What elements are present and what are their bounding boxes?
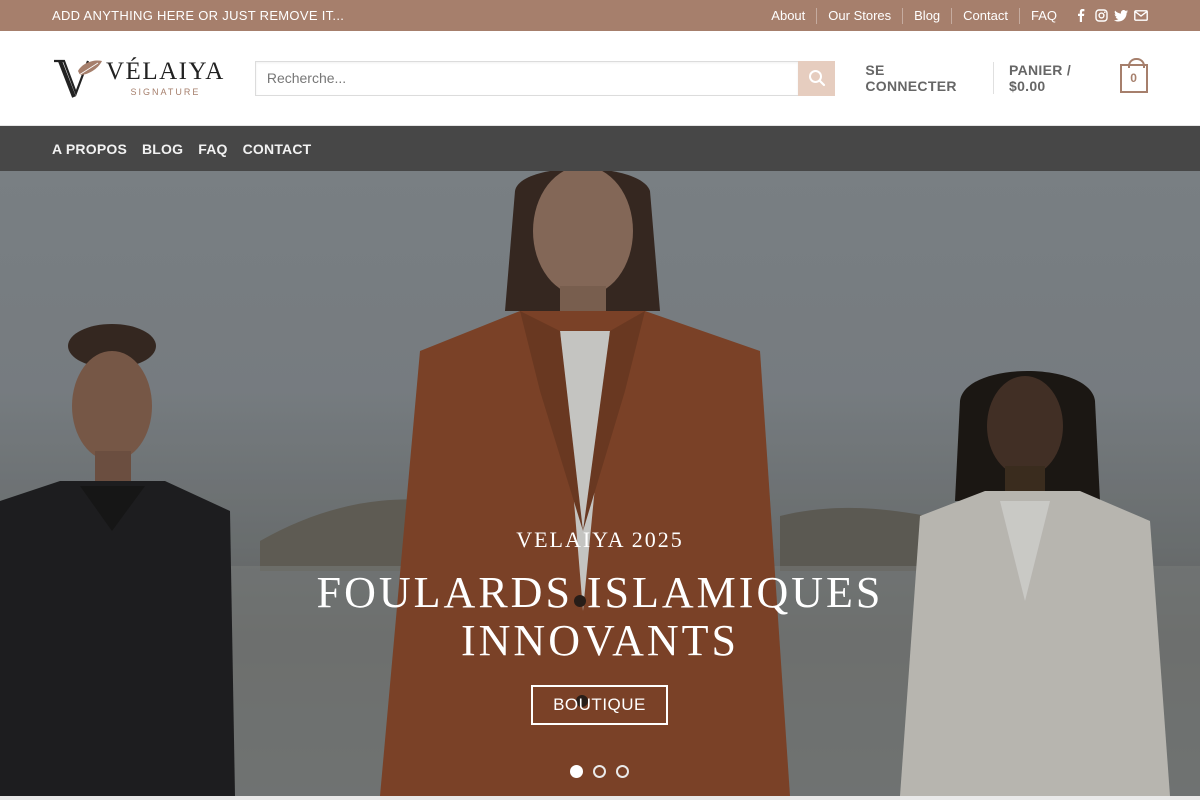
nav-item-faq[interactable]: FAQ xyxy=(198,141,227,157)
top-link-blog[interactable]: Blog xyxy=(902,7,951,24)
hero-slider: VELAIYA 2025 FOULARDS ISLAMIQUES INNOVAN… xyxy=(0,171,1200,796)
logo-tagline: SIGNATURE xyxy=(130,87,201,97)
slider-dot-2[interactable] xyxy=(593,765,606,778)
logo-mark-icon xyxy=(54,59,102,98)
slider-dot-1[interactable] xyxy=(570,765,583,778)
top-link-contact[interactable]: Contact xyxy=(951,7,1019,24)
twitter-icon[interactable] xyxy=(1114,9,1128,23)
site-header: VÉLAIYA SIGNATURE SE CONNECTER PANIER / … xyxy=(0,31,1200,126)
social-icons xyxy=(1074,9,1148,23)
facebook-icon[interactable] xyxy=(1074,9,1088,23)
top-links: About Our Stores Blog Contact FAQ xyxy=(760,7,1148,24)
cart-link[interactable]: PANIER / $0.00 0 xyxy=(1008,57,1148,94)
site-logo[interactable]: VÉLAIYA SIGNATURE xyxy=(52,53,225,103)
main-nav: A PROPOS BLOG FAQ CONTACT xyxy=(0,126,1200,171)
top-link-about[interactable]: About xyxy=(760,8,816,24)
hero-kicker: VELAIYA 2025 xyxy=(516,527,684,552)
cart-count: 0 xyxy=(1130,71,1138,85)
search-input[interactable] xyxy=(254,60,799,96)
hero-title-line-2: INNOVANTS xyxy=(461,616,739,665)
cart-label: PANIER / $0.00 xyxy=(1008,62,1072,94)
header-divider xyxy=(993,62,994,94)
slider-dots xyxy=(570,765,629,778)
logo-text: VÉLAIYA SIGNATURE xyxy=(106,58,225,98)
hero-title: FOULARDS ISLAMIQUES INNOVANTS xyxy=(0,569,1200,665)
instagram-icon[interactable] xyxy=(1094,9,1108,23)
cart-bag-icon: 0 xyxy=(1119,57,1148,93)
page-bottom-edge xyxy=(0,796,1200,800)
hero-title-line-1: FOULARDS ISLAMIQUES xyxy=(316,568,884,617)
email-icon[interactable] xyxy=(1134,9,1148,23)
nav-item-blog[interactable]: BLOG xyxy=(142,141,183,157)
login-link[interactable]: SE CONNECTER xyxy=(865,62,978,94)
search-button[interactable] xyxy=(798,60,836,96)
nav-item-contact[interactable]: CONTACT xyxy=(243,141,312,157)
search-form xyxy=(254,60,836,96)
logo-brand: VÉLAIYA xyxy=(106,58,225,85)
nav-item-a-propos[interactable]: A PROPOS xyxy=(52,141,127,157)
search-icon xyxy=(808,70,825,87)
boutique-button[interactable]: BOUTIQUE xyxy=(531,685,668,725)
slider-dot-3[interactable] xyxy=(616,765,629,778)
top-link-faq[interactable]: FAQ xyxy=(1018,7,1068,24)
promo-text: ADD ANYTHING HERE OR JUST REMOVE IT... xyxy=(52,8,345,23)
top-bar: ADD ANYTHING HERE OR JUST REMOVE IT... A… xyxy=(0,0,1200,31)
top-link-our-stores[interactable]: Our Stores xyxy=(816,7,902,24)
